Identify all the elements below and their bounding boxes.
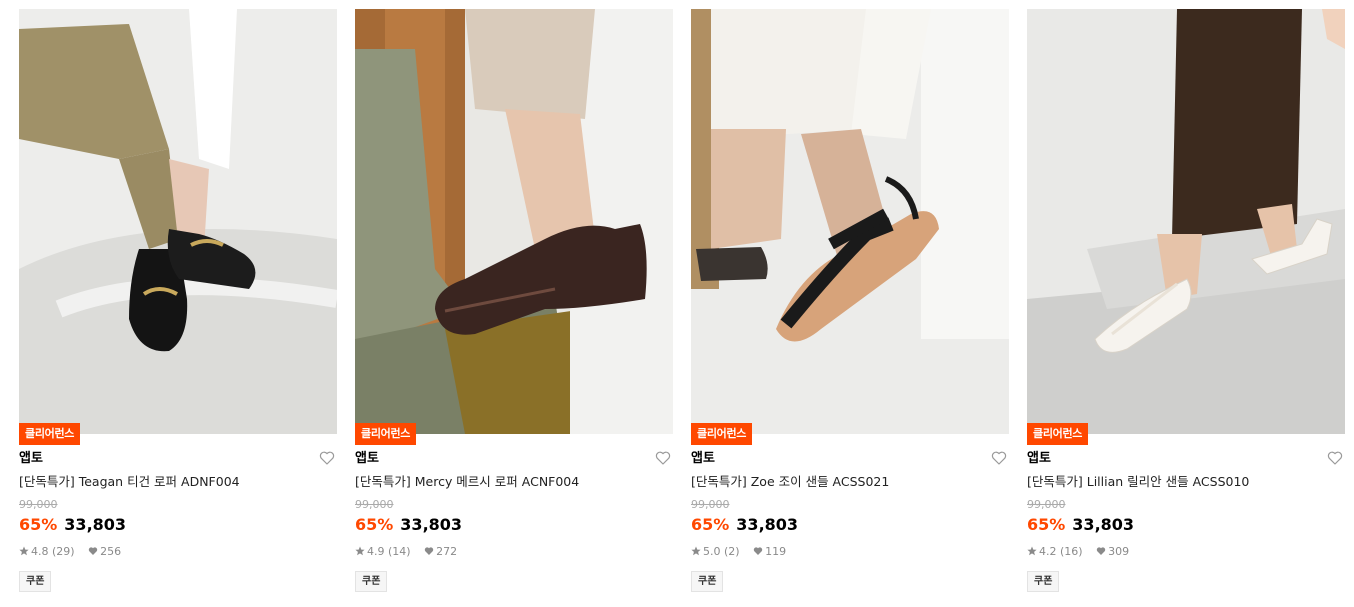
heart-icon[interactable] <box>991 450 1007 466</box>
brand-name[interactable]: 앱토 <box>1027 449 1051 469</box>
product-title[interactable]: [단독특가] Teagan 티건 로퍼 ADNF004 <box>19 473 319 491</box>
review-count: (2) <box>724 545 740 558</box>
product-meta: 4.9 (14) 272 <box>355 545 457 559</box>
original-price: 99,000 <box>19 498 58 511</box>
brand-row: 앱토 <box>691 449 1009 469</box>
original-price: 99,000 <box>691 498 730 511</box>
rating: 4.2 <box>1039 545 1057 558</box>
star-icon <box>1027 546 1037 556</box>
product-title[interactable]: [단독특가] Zoe 조이 샌들 ACSS021 <box>691 473 991 491</box>
coupon-tag: 쿠폰 <box>691 571 724 592</box>
product-image[interactable] <box>691 9 1009 434</box>
brand-name[interactable]: 앱토 <box>691 449 715 469</box>
product-photo-sandal-white <box>1027 9 1345 434</box>
heart-filled-icon <box>753 546 763 556</box>
like-count: 119 <box>765 545 787 558</box>
brand-row: 앱토 <box>1027 449 1345 469</box>
product-meta: 5.0 (2) 119 <box>691 545 786 559</box>
heart-filled-icon <box>88 546 98 556</box>
product-image[interactable] <box>355 9 673 434</box>
product-title[interactable]: [단독특가] Lillian 릴리안 샌들 ACSS010 <box>1027 473 1327 491</box>
product-image[interactable] <box>19 9 337 434</box>
discount-rate: 65% <box>691 515 730 534</box>
discount-rate: 65% <box>1027 515 1066 534</box>
clearance-badge: 클리어런스 <box>355 423 417 445</box>
original-price: 99,000 <box>1027 498 1066 511</box>
clearance-badge: 클리어런스 <box>19 423 81 445</box>
brand-name[interactable]: 앱토 <box>19 449 43 469</box>
product-photo-loafer-brown <box>355 9 673 434</box>
product-photo-sandal-black <box>691 9 1009 434</box>
brand-row: 앱토 <box>355 449 673 469</box>
sale-price: 33,803 <box>400 515 463 534</box>
product-card[interactable]: 클리어런스 앱토 [단독특가] Mercy 메르시 로퍼 ACNF004 99,… <box>355 9 673 607</box>
product-card[interactable]: 클리어런스 앱토 [단독특가] Zoe 조이 샌들 ACSS021 99,000… <box>691 9 1009 607</box>
discount-rate: 65% <box>19 515 58 534</box>
brand-name[interactable]: 앱토 <box>355 449 379 469</box>
discount-rate: 65% <box>355 515 394 534</box>
heart-icon[interactable] <box>1327 450 1343 466</box>
clearance-badge: 클리어런스 <box>691 423 753 445</box>
clearance-badge: 클리어런스 <box>1027 423 1089 445</box>
product-meta: 4.8 (29) 256 <box>19 545 121 559</box>
coupon-tag: 쿠폰 <box>1027 571 1060 592</box>
rating: 4.8 <box>31 545 49 558</box>
product-grid: 클리어런스 앱토 [단독특가] Teagan 티건 로퍼 ADNF004 99,… <box>0 0 1354 607</box>
coupon-tag: 쿠폰 <box>355 571 388 592</box>
product-photo-loafer-black <box>19 9 337 434</box>
product-card[interactable]: 클리어런스 앱토 [단독특가] Teagan 티건 로퍼 ADNF004 99,… <box>19 9 337 607</box>
sale-price: 33,803 <box>736 515 799 534</box>
price-row: 65% 33,803 <box>19 514 126 536</box>
heart-icon[interactable] <box>319 450 335 466</box>
review-count: (14) <box>388 545 411 558</box>
star-icon <box>691 546 701 556</box>
product-meta: 4.2 (16) 309 <box>1027 545 1129 559</box>
heart-filled-icon <box>424 546 434 556</box>
review-count: (29) <box>52 545 75 558</box>
like-count: 309 <box>1108 545 1130 558</box>
coupon-tag: 쿠폰 <box>19 571 52 592</box>
product-image[interactable] <box>1027 9 1345 434</box>
price-row: 65% 33,803 <box>1027 514 1134 536</box>
like-count: 272 <box>436 545 458 558</box>
star-icon <box>355 546 365 556</box>
heart-icon[interactable] <box>655 450 671 466</box>
product-card[interactable]: 클리어런스 앱토 [단독특가] Lillian 릴리안 샌들 ACSS010 9… <box>1027 9 1345 607</box>
sale-price: 33,803 <box>64 515 127 534</box>
price-row: 65% 33,803 <box>355 514 462 536</box>
original-price: 99,000 <box>355 498 394 511</box>
heart-filled-icon <box>1096 546 1106 556</box>
brand-row: 앱토 <box>19 449 337 469</box>
rating: 5.0 <box>703 545 721 558</box>
price-row: 65% 33,803 <box>691 514 798 536</box>
sale-price: 33,803 <box>1072 515 1135 534</box>
like-count: 256 <box>100 545 122 558</box>
review-count: (16) <box>1060 545 1083 558</box>
star-icon <box>19 546 29 556</box>
product-title[interactable]: [단독특가] Mercy 메르시 로퍼 ACNF004 <box>355 473 655 491</box>
rating: 4.9 <box>367 545 385 558</box>
